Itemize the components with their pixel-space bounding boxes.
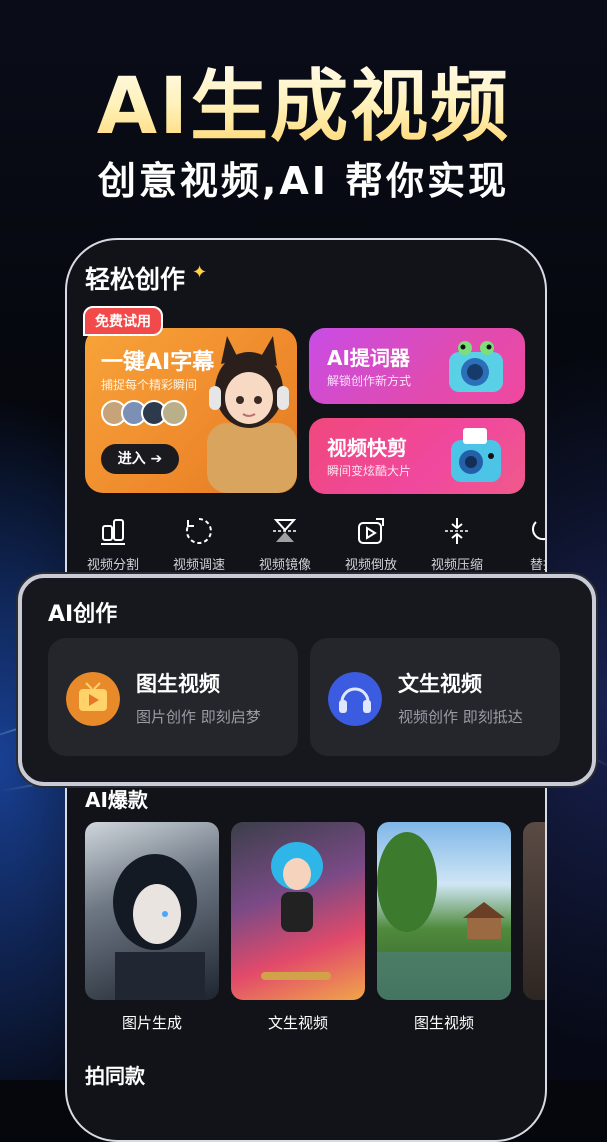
hot-item-label: 文生视频 — [267, 1014, 328, 1032]
card-subtitle: 捕捉每个精彩瞬间 — [101, 378, 198, 392]
hot-item-label: 图片生成 — [121, 1014, 182, 1032]
tool-video-mirror[interactable]: 视频镜像 — [245, 516, 325, 573]
hot-item-thumbnail[interactable] — [85, 822, 219, 1000]
tool-video-reverse[interactable]: 视频倒放 — [331, 516, 411, 573]
hot-item-label: 图生视频 — [413, 1014, 474, 1032]
camera-toy-icon — [449, 341, 503, 392]
hot-item-thumbnail[interactable] — [377, 822, 511, 1000]
headphones-icon — [328, 672, 382, 726]
anime-girl-illustration — [207, 336, 297, 493]
compress-icon — [445, 518, 469, 544]
card-subtitle: 解锁创作新方式 — [327, 374, 412, 388]
tv-icon — [66, 672, 120, 726]
section-title-same-style: 拍同款 — [85, 1064, 145, 1088]
card-title: 文生视频 — [398, 672, 482, 696]
landscape-illustration — [377, 832, 511, 1000]
anime-boy-illustration — [113, 854, 205, 1000]
free-trial-badge: 免费试用 — [83, 306, 163, 336]
tool-label: 视频镜像 — [258, 558, 311, 573]
tool-label: 视频分割 — [86, 558, 139, 573]
tool-video-compress[interactable]: 视频压缩 — [417, 516, 497, 573]
card-subtitle: 视频创作 即刻抵达 — [398, 708, 523, 726]
tool-label: 视频倒放 — [344, 558, 397, 573]
ai-subtitle-card[interactable]: 一键AI字幕 捕捉每个精彩瞬间 进入 ➔ — [85, 328, 297, 493]
hero-title: AI生成视频 — [0, 44, 607, 156]
speed-icon — [185, 518, 212, 544]
avatar-group — [101, 400, 187, 426]
tool-video-speed[interactable]: 视频调速 — [159, 516, 239, 573]
hot-item-thumbnail[interactable] — [523, 822, 545, 1000]
section-title-ai-hot: AI爆款 — [85, 788, 148, 812]
mirror-icon — [273, 519, 297, 542]
enter-button[interactable]: 进入 ➔ — [101, 444, 179, 474]
section-title-easy-create: 轻松创作 — [85, 265, 186, 294]
hero-subtitle: 创意视频,AI 帮你实现 — [97, 159, 510, 203]
reverse-icon — [358, 518, 384, 544]
replace-icon — [532, 521, 545, 541]
ai-create-panel: AI创作 图生视频 图片创作 即刻启梦 文生视频 视频创作 即刻抵达 — [18, 574, 596, 786]
card-subtitle: 图片创作 即刻启梦 — [136, 708, 261, 726]
sparkle-icon: ✦ — [192, 262, 208, 283]
text-to-video-card[interactable]: 文生视频 视频创作 即刻抵达 — [310, 638, 560, 756]
split-icon — [101, 519, 125, 545]
card-title: 视频快剪 — [327, 436, 407, 460]
skater-girl-illustration — [261, 842, 331, 980]
section-title-ai-create: AI创作 — [48, 602, 118, 627]
avatar — [161, 400, 187, 426]
camera-toy-icon — [451, 428, 501, 482]
image-to-video-card[interactable]: 图生视频 图片创作 即刻启梦 — [48, 638, 298, 756]
tool-label: 视频压缩 — [430, 558, 483, 573]
tool-replace[interactable]: 替换 — [503, 516, 545, 573]
ai-teleprompter-card[interactable]: AI提词器 解锁创作新方式 — [309, 328, 525, 404]
quick-cut-card[interactable]: 视频快剪 瞬间变炫酷大片 — [309, 418, 525, 494]
tool-label: 替换 — [529, 558, 545, 573]
tool-label: 视频调速 — [172, 558, 225, 573]
card-title: 图生视频 — [136, 672, 220, 696]
tool-video-split[interactable]: 视频分割 — [73, 516, 153, 573]
card-title: AI提词器 — [327, 346, 410, 370]
hot-item-thumbnail[interactable] — [231, 822, 365, 1000]
card-subtitle: 瞬间变炫酷大片 — [327, 464, 412, 478]
